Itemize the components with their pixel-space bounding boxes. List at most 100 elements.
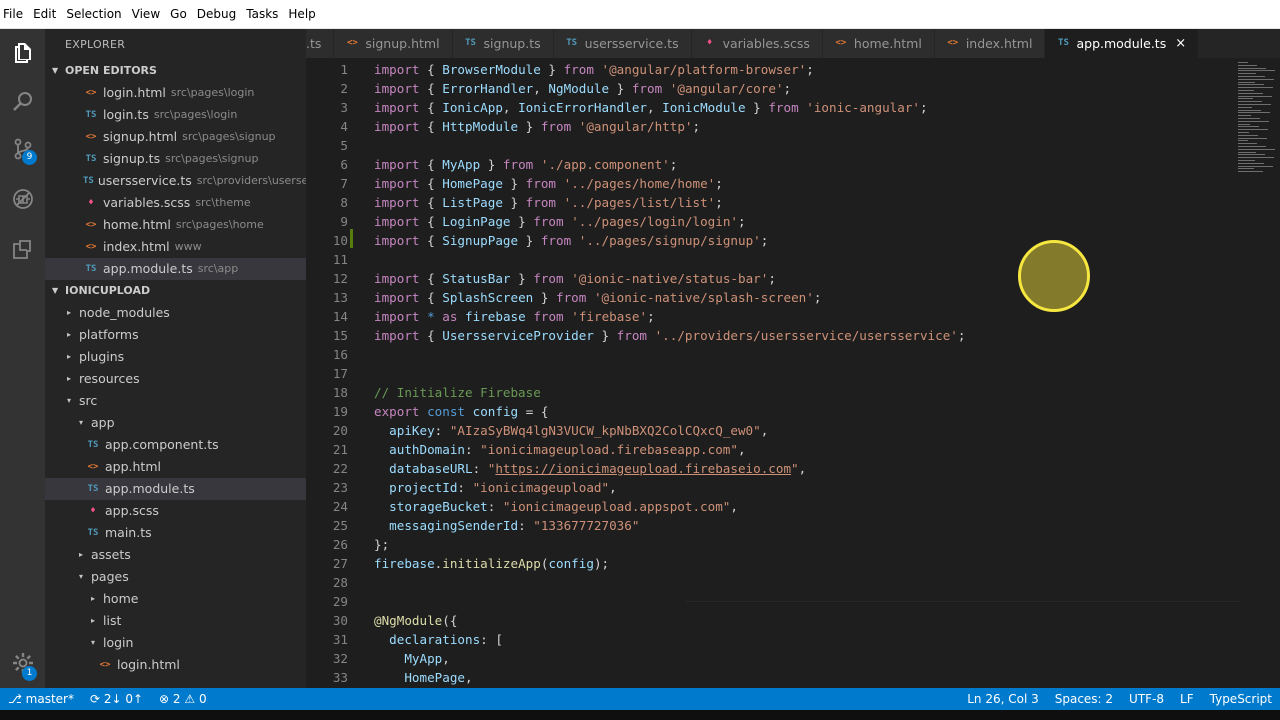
tab-signup-ts[interactable]: TS signup.ts xyxy=(452,29,554,58)
tree-item-label: app xyxy=(91,415,115,430)
open-editor-item[interactable]: <> signup.html src\pages\signup xyxy=(45,126,306,148)
explorer-icon[interactable] xyxy=(0,29,45,77)
open-editors-header[interactable]: ▼ OPEN EDITORS xyxy=(45,60,306,82)
open-editor-item[interactable]: TSusersservice.ts src\providers\userse... xyxy=(45,170,306,192)
menu-item-view[interactable]: View xyxy=(129,0,167,29)
os-taskbar xyxy=(0,710,1280,720)
html-file-icon: <> xyxy=(85,220,97,230)
tree-folder[interactable]: ▾ src xyxy=(45,390,306,412)
activity-bar: 9 1 xyxy=(0,29,45,688)
code-line: 4 import { HttpModule } from '@angular/ht… xyxy=(306,117,1236,136)
code-line: 20 apiKey: "AIzaSyBWq4lgN3VUCW_kpNbBXQ2C… xyxy=(306,421,1236,440)
close-icon[interactable]: × xyxy=(1175,29,1186,58)
cursor-position[interactable]: Ln 26, Col 3 xyxy=(959,692,1047,706)
menu-item-edit[interactable]: Edit xyxy=(30,0,63,29)
tab-label: app.module.ts xyxy=(1076,36,1167,51)
tree-file[interactable]: <> login.html xyxy=(45,654,306,676)
tree-folder[interactable]: ▸ platforms xyxy=(45,324,306,346)
tree-file[interactable]: <> app.html xyxy=(45,456,306,478)
minimap-line xyxy=(1238,109,1261,111)
code-token: '../pages/list/list' xyxy=(563,195,716,210)
tab-index-html[interactable]: <> index.html xyxy=(934,29,1046,58)
code-token: } xyxy=(540,62,564,77)
extensions-icon[interactable] xyxy=(0,225,45,273)
menu-item-tasks[interactable]: Tasks xyxy=(243,0,285,29)
tree-folder[interactable]: ▸ list xyxy=(45,610,306,632)
tab-usersservice-ts[interactable]: TS usersservice.ts xyxy=(553,29,692,58)
code-token: NgModule xyxy=(548,81,610,96)
open-editor-item[interactable]: <> index.html www xyxy=(45,236,306,258)
code-text: import { LoginPage } from '../pages/logi… xyxy=(374,212,746,231)
tree-file[interactable]: TS main.ts xyxy=(45,522,306,544)
code-text: apiKey: "AIzaSyBWq4lgN3VUCW_kpNbBXQ2ColC… xyxy=(374,421,768,440)
menu-item-help[interactable]: Help xyxy=(285,0,322,29)
open-editor-item[interactable]: TS signup.ts src\pages\signup xyxy=(45,148,306,170)
scss-file-icon: ♦ xyxy=(88,198,94,208)
tab--ts[interactable]: .ts xyxy=(306,29,335,58)
eol-status[interactable]: LF xyxy=(1172,692,1202,706)
menu-item-selection[interactable]: Selection xyxy=(63,0,128,29)
menu-item-debug[interactable]: Debug xyxy=(194,0,243,29)
html-file-icon: <> xyxy=(835,38,847,48)
tab-app-module-ts[interactable]: TS app.module.ts × xyxy=(1045,29,1200,58)
tree-file[interactable]: TS app.module.ts xyxy=(45,478,306,500)
debug-icon[interactable] xyxy=(0,175,45,223)
chevron-right-icon: ▸ xyxy=(78,550,83,559)
code-text: import { HttpModule } from '@angular/htt… xyxy=(374,117,700,136)
scss-file-icon: ♦ xyxy=(706,38,713,48)
tree-item-label: app.scss xyxy=(105,503,159,518)
branch-indicator[interactable]: ⎇ master* xyxy=(0,692,82,706)
code-token: } xyxy=(518,233,541,248)
tree-folder[interactable]: ▸ resources xyxy=(45,368,306,390)
code-token: config xyxy=(472,404,519,419)
tree-folder[interactable]: ▾ app xyxy=(45,412,306,434)
open-editor-item[interactable]: TS login.ts src\pages\login xyxy=(45,104,306,126)
tab-signup-html[interactable]: <> signup.html xyxy=(334,29,453,58)
source-control-icon[interactable]: 9 xyxy=(0,125,45,173)
code-token: '@ionic-native/splash-screen' xyxy=(593,290,814,305)
minimap[interactable] xyxy=(1236,58,1280,178)
tree-folder[interactable]: ▸ node_modules xyxy=(45,302,306,324)
code-token: : xyxy=(518,518,534,533)
indentation-status[interactable]: Spaces: 2 xyxy=(1047,692,1121,706)
ts-file-icon: TS xyxy=(87,484,99,494)
search-icon[interactable] xyxy=(0,77,45,125)
open-editor-item[interactable]: TS app.module.ts src\app xyxy=(45,258,306,280)
tree-file[interactable]: TS app.component.ts xyxy=(45,434,306,456)
tab-variables-scss[interactable]: ♦ variables.scss xyxy=(691,29,823,58)
code-token: import xyxy=(374,157,420,172)
code-text: // Initialize Firebase xyxy=(374,383,541,402)
menu-item-go[interactable]: Go xyxy=(167,0,194,29)
code-token: ; xyxy=(760,233,769,248)
chevron-down-icon: ▾ xyxy=(66,396,71,405)
problems-status[interactable]: ⊗ 2 ⚠ 0 xyxy=(151,692,215,706)
line-number: 15 xyxy=(332,328,348,343)
code-line: 23 projectId: "ionicimageupload", xyxy=(306,478,1236,497)
encoding-status[interactable]: UTF-8 xyxy=(1121,692,1172,706)
code-text: declarations: [ xyxy=(374,630,503,649)
open-editor-item[interactable]: <> home.html src\pages\home xyxy=(45,214,306,236)
project-header[interactable]: ▼ IONICUPLOAD xyxy=(45,280,306,302)
menu-item-file[interactable]: File xyxy=(0,0,30,29)
file-path: src\theme xyxy=(195,196,251,209)
tree-file[interactable]: ♦ app.scss xyxy=(45,500,306,522)
tree-folder[interactable]: ▾ login xyxy=(45,632,306,654)
tree-folder[interactable]: ▸ home xyxy=(45,588,306,610)
code-editor[interactable]: 1 import { BrowserModule } from '@angular… xyxy=(306,58,1280,688)
code-line: 19 export const config = { xyxy=(306,402,1236,421)
tree-folder[interactable]: ▸ assets xyxy=(45,544,306,566)
tree-folder[interactable]: ▸ plugins xyxy=(45,346,306,368)
chevron-down-icon: ▼ xyxy=(52,286,59,295)
sync-status[interactable]: ⟳ 2↓ 0↑ xyxy=(82,692,151,706)
code-token: { xyxy=(419,233,443,248)
tree-folder[interactable]: ▾ pages xyxy=(45,566,306,588)
settings-gear-icon[interactable]: 1 xyxy=(0,639,45,687)
open-editor-item[interactable]: ♦ variables.scss src\theme xyxy=(45,192,306,214)
tab-home-html[interactable]: <> home.html xyxy=(822,29,935,58)
line-number: 8 xyxy=(340,195,348,210)
code-line: 22 databaseURL: "https://ionicimageuploa… xyxy=(306,459,1236,478)
code-token: ; xyxy=(738,214,746,229)
open-editor-item[interactable]: <> login.html src\pages\login xyxy=(45,82,306,104)
language-mode[interactable]: TypeScript xyxy=(1202,692,1280,706)
